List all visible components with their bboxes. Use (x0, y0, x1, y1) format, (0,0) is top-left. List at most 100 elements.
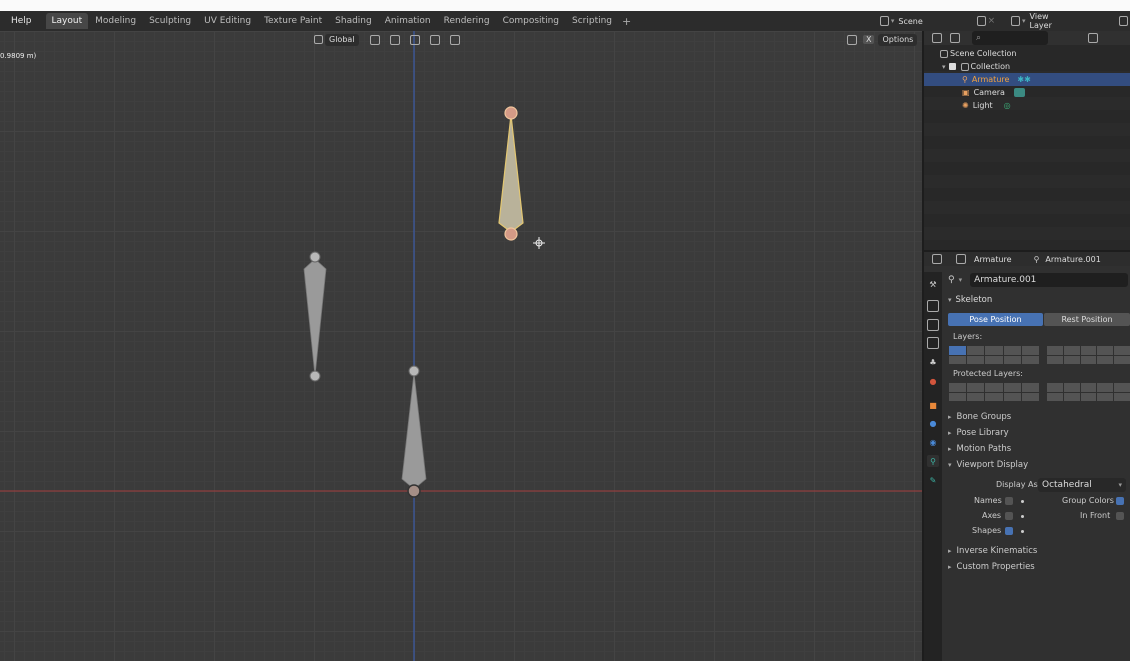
row-stripe (924, 123, 1130, 136)
expand-icon[interactable]: ▾ (942, 63, 946, 71)
row-stripe (924, 149, 1130, 162)
panel-bone-groups[interactable]: ▸ Bone Groups (942, 409, 1130, 425)
tool-tab-icon[interactable]: ⚒ (927, 278, 939, 290)
breadcrumb-object[interactable]: Armature (974, 255, 1012, 264)
mirror-icon[interactable] (847, 34, 857, 45)
outliner-row-collection[interactable]: ▾ Collection (924, 60, 1130, 73)
panel-label: Custom Properties (956, 562, 1035, 572)
viewport-canvas[interactable] (0, 31, 922, 661)
axes-animate-dot[interactable] (1021, 515, 1024, 518)
collapsed-icon: ▸ (948, 547, 952, 555)
physics-tab-icon[interactable]: ◉ (927, 436, 939, 448)
chevron-down-icon: ▾ (1118, 481, 1122, 489)
layers-grid-right[interactable] (1047, 346, 1130, 364)
names-checkbox[interactable] (1005, 497, 1013, 505)
new-scene-icon[interactable] (976, 16, 986, 26)
menu-help[interactable]: Help (0, 16, 36, 26)
workspace-tab-layout[interactable]: Layout (45, 13, 89, 29)
workspace-tab-rendering[interactable]: Rendering (438, 13, 496, 29)
modifiers-tab-icon[interactable]: ● (927, 417, 939, 429)
group-colors-checkbox[interactable] (1116, 497, 1124, 505)
view-layer-name[interactable]: View Layer (1030, 12, 1068, 30)
outliner-row-scene-collection[interactable]: Scene Collection (924, 47, 1130, 60)
pose-position-button[interactable]: Pose Position (948, 313, 1043, 326)
panel-label: Inverse Kinematics (956, 546, 1038, 556)
layers-grid-left[interactable] (949, 346, 1039, 364)
panel-inverse-kinematics[interactable]: ▸ Inverse Kinematics (942, 543, 1130, 559)
display-mode-icon[interactable] (932, 33, 942, 43)
shapes-animate-dot[interactable] (1021, 530, 1024, 533)
filter-icon[interactable] (950, 33, 960, 43)
armature-datablock-field[interactable]: Armature.001 (970, 273, 1129, 287)
object-tab-icon[interactable]: ■ (927, 399, 939, 411)
bone-tab-icon[interactable]: ✎ (927, 474, 939, 486)
view-layer-tab-icon[interactable] (927, 337, 939, 349)
properties-tabs: ⚒ ♣ ● ■ ● ◉ ⚲ ✎ (924, 272, 942, 661)
camera-data-icon[interactable] (1013, 88, 1025, 97)
funnel-icon[interactable] (1088, 33, 1098, 43)
shapes-checkbox[interactable] (1005, 527, 1013, 535)
mirror-x-toggle[interactable]: X (863, 35, 875, 44)
rest-position-button[interactable]: Rest Position (1044, 313, 1130, 326)
panel-motion-paths[interactable]: ▸ Motion Paths (942, 441, 1130, 457)
group-colors-label: Group Colors (1062, 496, 1114, 505)
new-view-layer-icon[interactable] (1119, 16, 1128, 26)
workspace-tab-shading[interactable]: Shading (329, 13, 378, 29)
workspace-tab-texture-paint[interactable]: Texture Paint (258, 13, 328, 29)
panel-label: Bone Groups (956, 412, 1012, 422)
light-data-icon[interactable]: ◎ (1004, 101, 1011, 110)
view-layer-icon[interactable] (1011, 16, 1021, 26)
viewport-right-header: X Options (845, 33, 918, 46)
workspace-tab-scripting[interactable]: Scripting (566, 13, 618, 29)
snap-icon[interactable] (390, 34, 400, 45)
checkbox-icon[interactable] (948, 63, 956, 70)
pivot-icon[interactable] (370, 34, 380, 45)
workspace-tab-uv-editing[interactable]: UV Editing (198, 13, 257, 29)
light-icon: ✺ (962, 101, 969, 110)
display-as-value: Octahedral (1042, 480, 1092, 490)
protected-grid-left[interactable] (949, 383, 1039, 401)
names-animate-dot[interactable] (1021, 500, 1024, 503)
protected-grid-right[interactable] (1047, 383, 1130, 401)
outliner-search[interactable]: ⌕ (972, 31, 1048, 45)
options-dropdown[interactable]: Options (878, 33, 918, 46)
scene-name[interactable]: Scene (898, 17, 922, 26)
orientation-dropdown[interactable]: Global (325, 33, 359, 46)
bone-root (401, 365, 427, 498)
workspace-tab-modeling[interactable]: Modeling (89, 13, 142, 29)
outliner: ⌕ Scene Collection ▾ Collection ⚲ Armatu… (924, 31, 1130, 250)
panel-viewport-display[interactable]: ▾ Viewport Display (942, 457, 1130, 473)
breadcrumb-data[interactable]: Armature.001 (1045, 255, 1100, 264)
snap-tools (368, 33, 462, 46)
3d-viewport[interactable]: Global X Options 0.9809 m) (0, 31, 922, 661)
render-tab-icon[interactable] (927, 300, 939, 312)
proportional-icon[interactable] (430, 34, 440, 45)
workspace-tab-sculpting[interactable]: Sculpting (143, 13, 197, 29)
outliner-row-armature[interactable]: ⚲ Armature ✱✱ (924, 73, 1130, 86)
outliner-row-light[interactable]: ✺ Light ◎ (924, 99, 1130, 112)
workspace-tab-compositing[interactable]: Compositing (497, 13, 565, 29)
editor-type-icon[interactable] (932, 254, 942, 264)
row-stripe (924, 227, 1130, 240)
scene-icon[interactable] (880, 16, 889, 26)
display-as-dropdown[interactable]: Octahedral ▾ (1038, 478, 1126, 492)
transform-orientation[interactable]: Global (312, 33, 359, 46)
skeleton-panel-header[interactable]: ▾ Skeleton (948, 295, 992, 305)
panel-custom-properties[interactable]: ▸ Custom Properties (942, 559, 1130, 575)
armature-icon[interactable]: ⚲ (948, 275, 955, 285)
scene-tab-icon[interactable]: ♣ (927, 356, 939, 368)
panel-pose-library[interactable]: ▸ Pose Library (942, 425, 1130, 441)
window-top-strip (0, 0, 1130, 11)
outliner-row-camera[interactable]: ▣ Camera (924, 86, 1130, 99)
workspace-tab-animation[interactable]: Animation (379, 13, 437, 29)
delete-scene-icon[interactable]: × (988, 16, 996, 26)
falloff-icon[interactable] (450, 34, 460, 45)
world-tab-icon[interactable]: ● (927, 375, 939, 387)
add-workspace-button[interactable]: + (622, 15, 631, 28)
output-tab-icon[interactable] (927, 319, 939, 331)
in-front-checkbox[interactable] (1116, 512, 1124, 520)
armature-data-icon[interactable]: ✱✱ (1017, 75, 1030, 84)
armature-data-tab-icon[interactable]: ⚲ (927, 455, 939, 467)
snap-target-icon[interactable] (410, 34, 420, 45)
axes-checkbox[interactable] (1005, 512, 1013, 520)
